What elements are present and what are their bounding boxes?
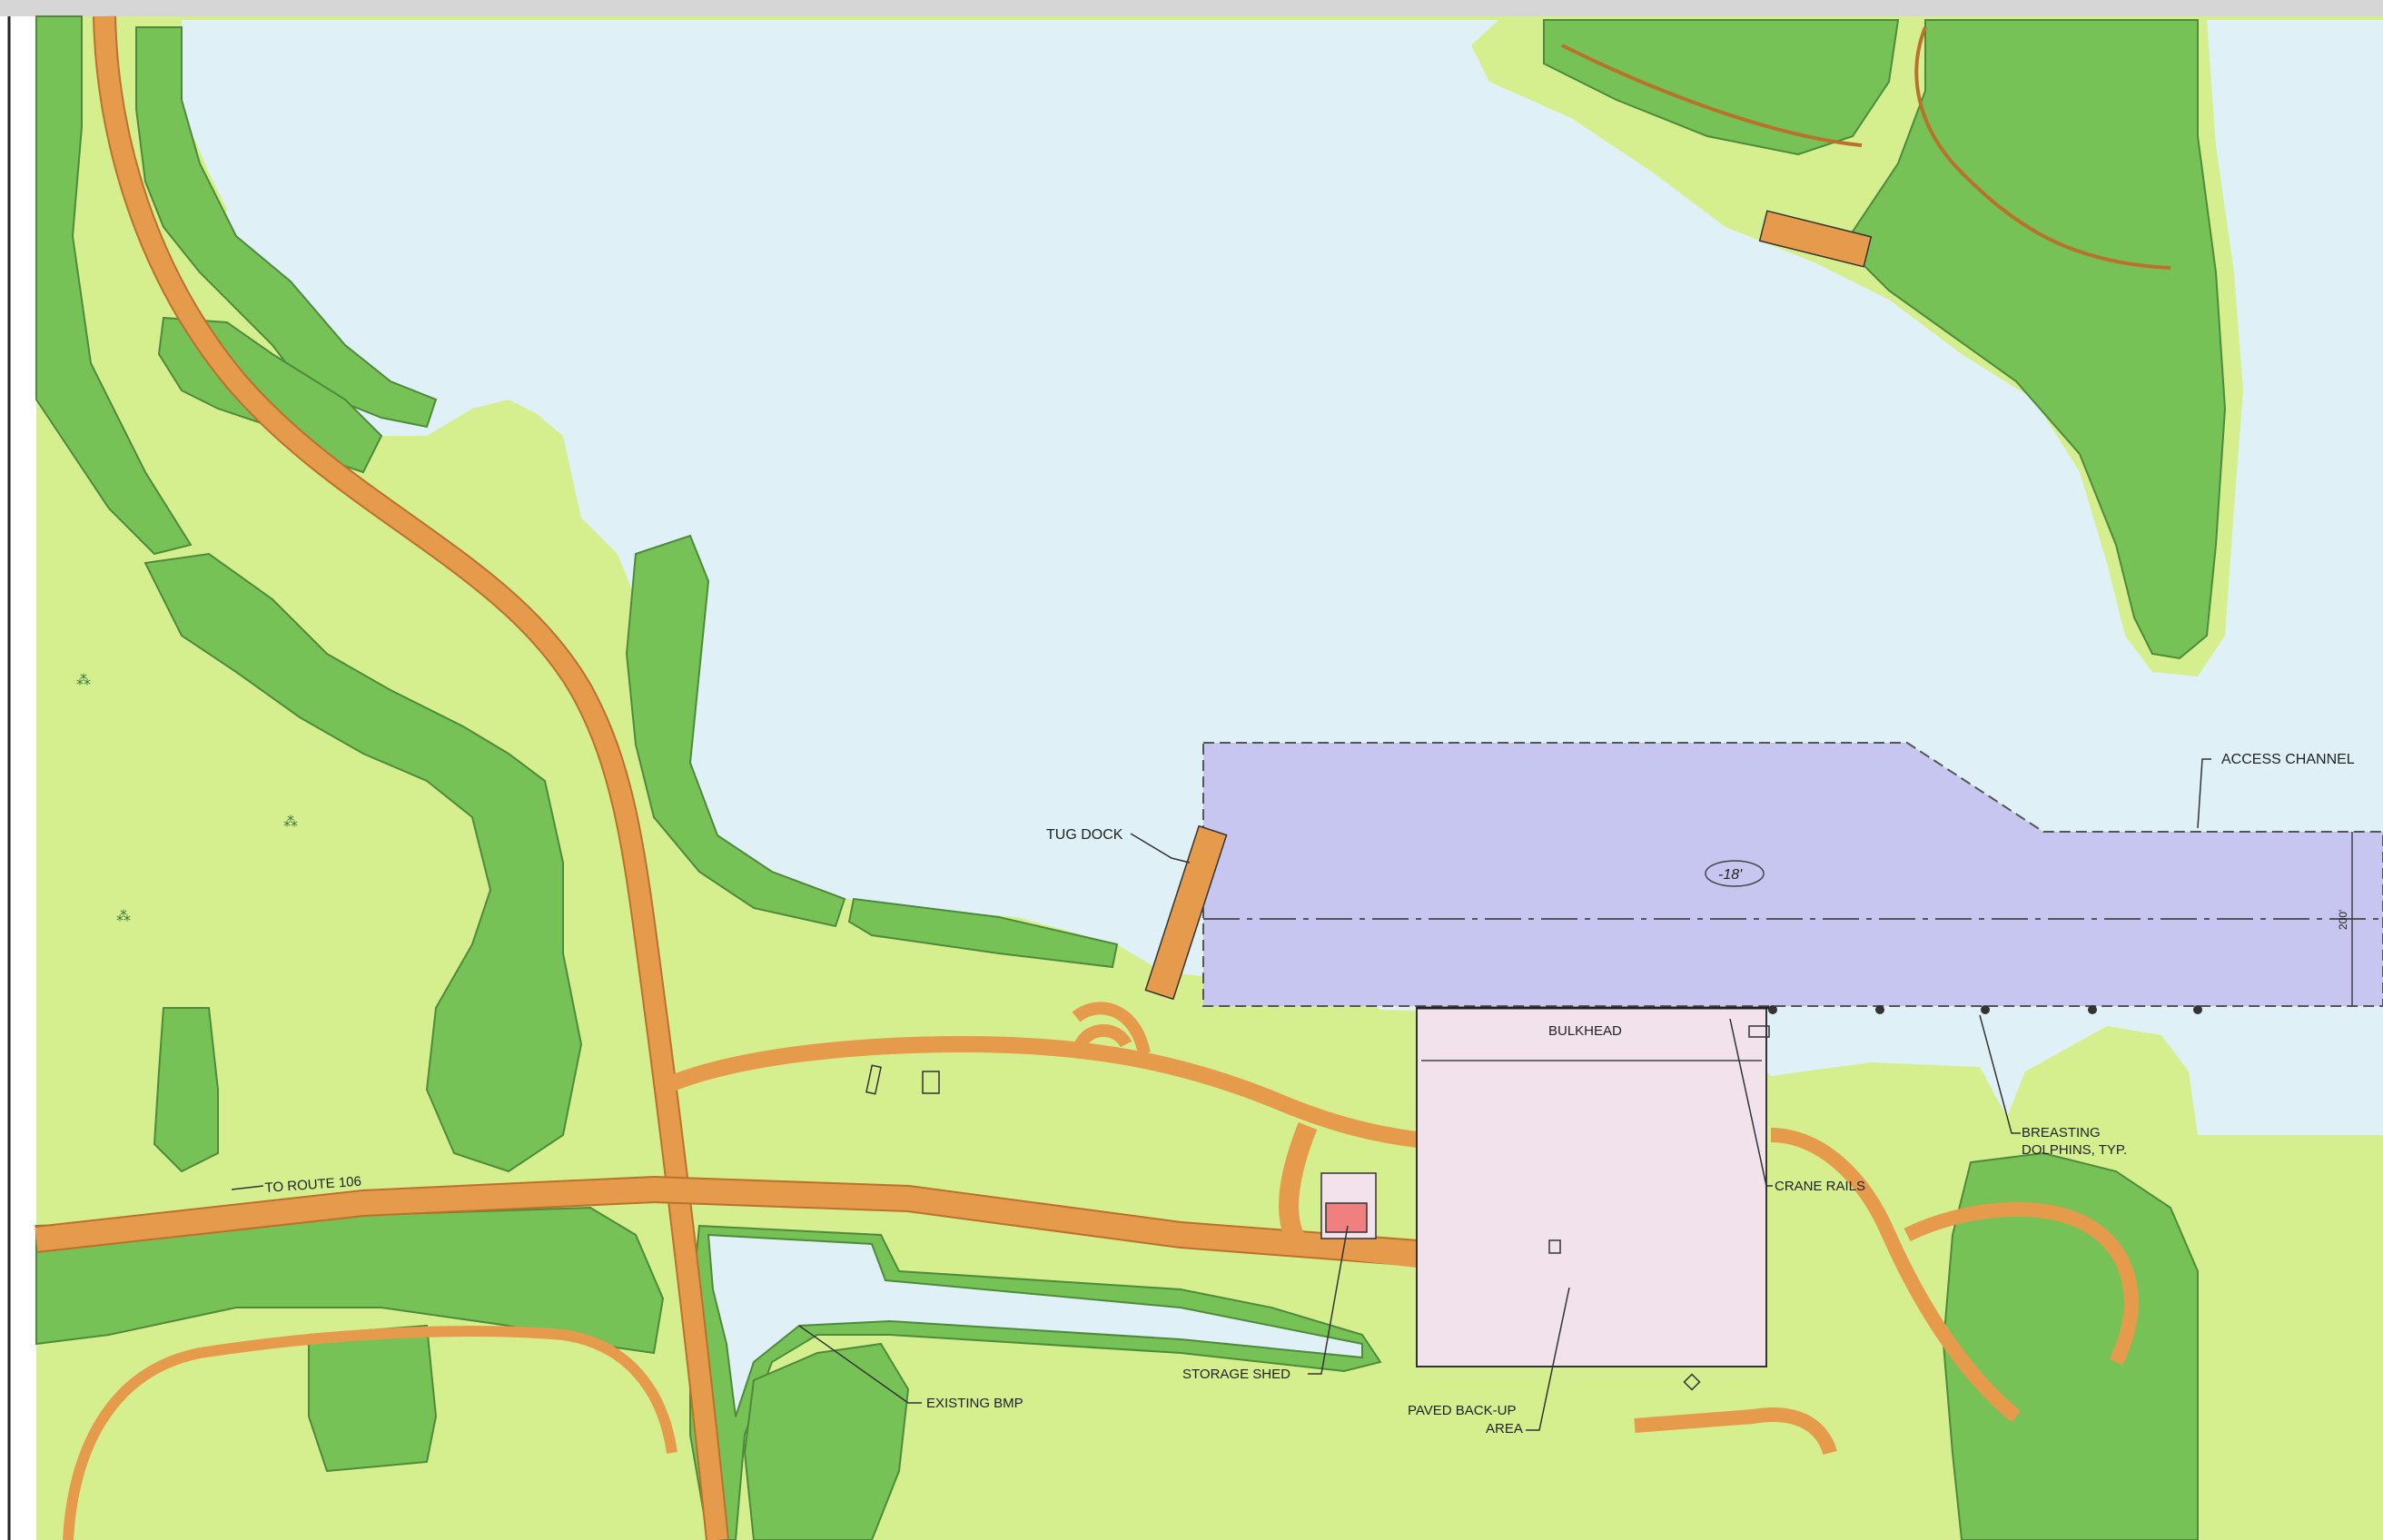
breasting-dolphins-label-2: DOLPHINS, TYP. bbox=[2022, 1142, 2127, 1158]
tug-dock-label: TUG DOCK bbox=[1046, 827, 1123, 843]
marsh-grass-icon: ⁂ bbox=[116, 909, 131, 924]
channel-width-label: 200' bbox=[2337, 910, 2349, 930]
paved-backup-label-2: AREA bbox=[1486, 1421, 1523, 1436]
bmp-woods-south bbox=[743, 1342, 910, 1540]
scan-top-strip bbox=[0, 0, 2383, 16]
marsh-grass-icon: ⁂ bbox=[76, 673, 91, 688]
mooring-dolphin-icon bbox=[1768, 1005, 1777, 1014]
storage-shed bbox=[1325, 1202, 1368, 1233]
paved-backup-area bbox=[1416, 1007, 1767, 1367]
field-woods-patch bbox=[308, 1324, 438, 1473]
crane-rails-label: CRANE RAILS bbox=[1775, 1179, 1865, 1194]
bulkhead-label: BULKHEAD bbox=[1548, 1023, 1622, 1039]
storage-shed-label: STORAGE SHED bbox=[1182, 1367, 1290, 1382]
site-plan-map: ⁂ ⁂ ⁂ ACCESS CHANNEL -18' 200' TUG DOCK … bbox=[0, 0, 2383, 1540]
breasting-dolphins-label-1: BREASTING bbox=[2022, 1125, 2101, 1140]
mooring-dolphin-icon bbox=[2088, 1005, 2097, 1014]
marsh-grass-icon: ⁂ bbox=[283, 814, 298, 830]
depth-label: -18' bbox=[1718, 867, 1743, 883]
access-channel-label: ACCESS CHANNEL bbox=[2221, 752, 2355, 767]
mooring-dolphin-icon bbox=[2193, 1005, 2202, 1014]
existing-bmp-label: EXISTING BMP bbox=[926, 1396, 1023, 1411]
west-field-woods-lower bbox=[153, 1007, 219, 1173]
mooring-dolphin-icon bbox=[1981, 1005, 1990, 1014]
paved-backup-label-1: PAVED BACK-UP bbox=[1408, 1403, 1516, 1418]
mooring-dolphin-icon bbox=[1875, 1005, 1884, 1014]
